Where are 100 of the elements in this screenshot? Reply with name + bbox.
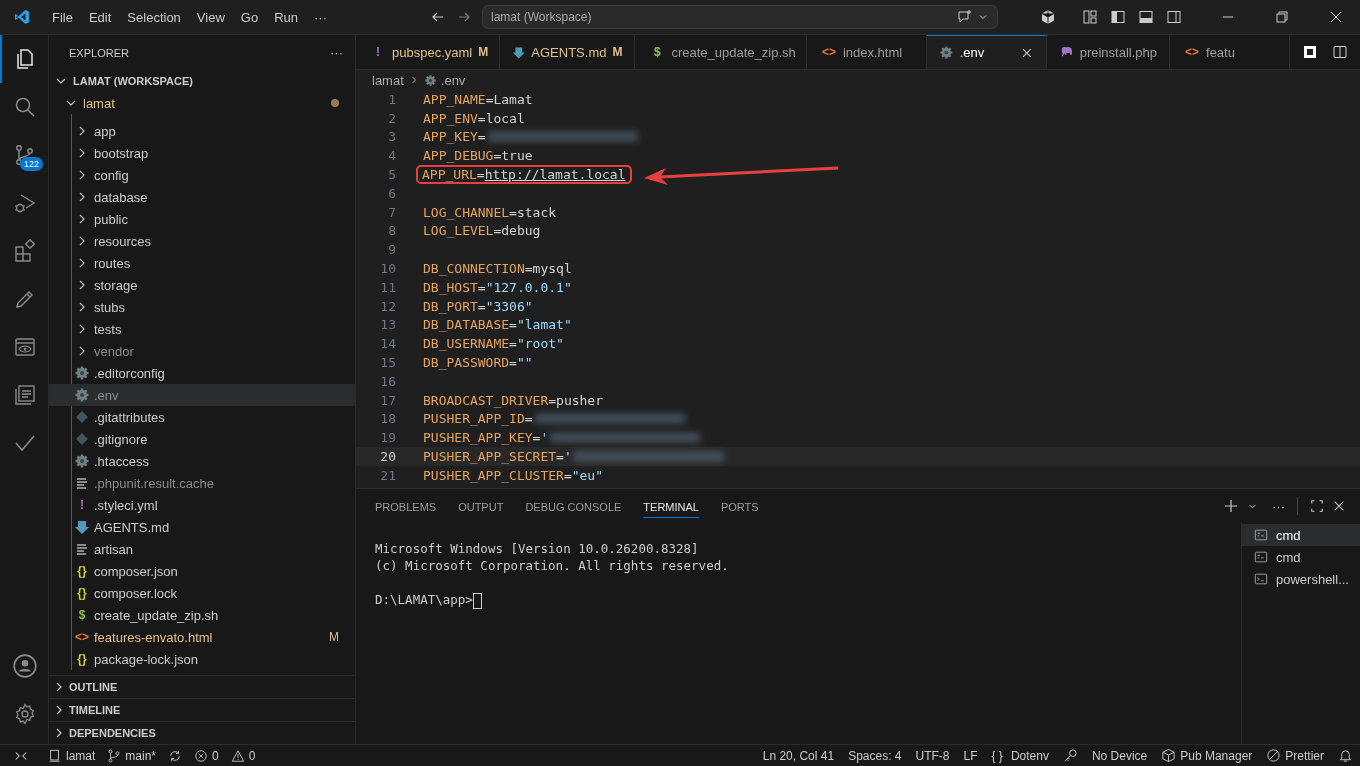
editor-tab[interactable]: .env	[926, 35, 1047, 69]
gear-icon	[74, 387, 90, 403]
tree-item[interactable]: .editorconfig	[72, 362, 355, 384]
breadcrumb-item[interactable]: lamat	[372, 72, 404, 88]
code-line: PUSHER_APP_KEY='	[423, 430, 549, 446]
restore-icon[interactable]	[1274, 9, 1290, 25]
editor-tab[interactable]: <> index.html	[806, 35, 927, 69]
plus-icon[interactable]	[1223, 498, 1239, 514]
maximize-icon[interactable]	[1310, 499, 1324, 513]
menu-item[interactable]: ···	[306, 9, 335, 25]
status-item[interactable]: Spaces: 4	[841, 748, 909, 763]
tree-item[interactable]: vendor	[72, 340, 355, 362]
split-editor-icon[interactable]	[1332, 44, 1348, 60]
editor-tab[interactable]: ! pubspec.yaml M	[356, 35, 500, 69]
error-icon	[194, 748, 209, 763]
panel-tab[interactable]: DEBUG CONSOLE	[525, 494, 622, 518]
line-number: 11	[379, 279, 396, 295]
line-number: 6	[387, 185, 396, 201]
line-number: 10	[379, 261, 396, 277]
status-item[interactable]: main*	[101, 748, 163, 763]
tree-item[interactable]: public	[72, 208, 355, 230]
panel-tab[interactable]: PORTS	[720, 494, 759, 518]
workspace-header[interactable]: LAMAT (WORKSPACE)	[49, 70, 355, 92]
section-header[interactable]: OUTLINE	[49, 675, 355, 698]
tree-item[interactable]: config	[72, 164, 355, 186]
status-item[interactable]: No Device	[1084, 748, 1155, 763]
prohibited-icon	[1266, 748, 1282, 763]
code-line: APP_NAME=Lamat	[423, 91, 533, 107]
status-item[interactable]: UTF-8	[908, 748, 957, 763]
tree-item[interactable]: $ create_update_zip.sh	[72, 604, 355, 626]
status-item[interactable]: lamat	[42, 748, 102, 763]
terminal-list-item[interactable]: cmd	[1242, 524, 1360, 546]
menu-item[interactable]: Go	[232, 9, 267, 25]
tree-item[interactable]: artisan	[72, 538, 355, 560]
tree-item[interactable]: {} composer.json	[72, 560, 355, 582]
menu-item[interactable]: Run	[266, 9, 306, 25]
chat-icon[interactable]	[957, 9, 973, 25]
close-icon[interactable]	[1332, 499, 1346, 513]
panel-toggle-icon[interactable]	[1138, 9, 1154, 25]
modified-dot	[331, 99, 339, 107]
tree-item[interactable]: .env	[49, 384, 355, 406]
menu-item[interactable]: Edit	[80, 9, 120, 25]
secondary-sidebar-icon[interactable]	[1166, 9, 1182, 25]
tree-item[interactable]: ! .styleci.yml	[72, 494, 355, 516]
count-badge: 122	[20, 157, 44, 171]
status-item[interactable]: LF	[956, 748, 985, 763]
panel-tab[interactable]: PROBLEMS	[375, 494, 437, 518]
status-item[interactable]: 0	[224, 748, 262, 763]
menu-item[interactable]: File	[44, 9, 81, 25]
tree-item[interactable]: routes	[72, 252, 355, 274]
terminal-list-item[interactable]: cmd	[1242, 546, 1360, 568]
editor-tab[interactable]: AGENTS.md M	[499, 35, 636, 69]
panel-tab[interactable]: TERMINAL	[643, 494, 699, 518]
tree-item[interactable]: bootstrap	[72, 142, 355, 164]
line-number: 21	[379, 467, 396, 483]
panel-tab[interactable]: OUTPUT	[458, 494, 504, 518]
breadcrumb-item[interactable]: .env	[440, 72, 466, 88]
tree-item[interactable]: tests	[72, 318, 355, 340]
status-item[interactable]: Pub Manager	[1154, 748, 1260, 763]
vscode-logo-icon	[14, 9, 30, 25]
code-line: DB_HOST="127.0.0.1"	[423, 279, 572, 295]
tree-item[interactable]: stubs	[72, 296, 355, 318]
line-number: 13	[379, 317, 396, 333]
tree-item[interactable]: {} package-lock.json	[72, 648, 355, 670]
status-item[interactable]: Prettier	[1259, 748, 1331, 763]
sidebar-toggle-icon[interactable]	[1110, 9, 1126, 25]
lines-icon	[74, 541, 90, 557]
section-header[interactable]: TIMELINE	[49, 698, 355, 721]
tree-item[interactable]: AGENTS.md	[72, 516, 355, 538]
tree-item[interactable]: <> features-envato.html M	[72, 626, 355, 648]
command-center[interactable]: lamat (Workspace)	[482, 5, 998, 29]
editor-tab[interactable]: $ create_update_zip.sh	[635, 35, 807, 69]
file-type-icon: {}	[74, 586, 90, 600]
tree-item[interactable]: app	[72, 120, 355, 142]
activity-bar-item[interactable]: 122	[0, 131, 48, 179]
tree-item[interactable]: storage	[72, 274, 355, 296]
tree-item[interactable]: .htaccess	[72, 450, 355, 472]
layout-icon[interactable]	[1082, 9, 1098, 25]
status-item[interactable]: { } Dotenv	[984, 748, 1056, 763]
tree-item[interactable]: .phpunit.result.cache	[72, 472, 355, 494]
code-line: APP_URL=http://lamat.local	[416, 165, 632, 185]
tree-item[interactable]: {} composer.lock	[72, 582, 355, 604]
terminal-list-item[interactable]: powershell...	[1242, 568, 1360, 590]
menu-item[interactable]: Selection	[119, 9, 189, 25]
more-actions-button[interactable]: ···	[1272, 498, 1285, 514]
tree-item[interactable]: database	[72, 186, 355, 208]
line-number: 14	[379, 336, 396, 352]
sync-icon	[168, 748, 183, 763]
tree-item[interactable]: resources	[72, 230, 355, 252]
tree-item[interactable]: .gitattributes	[72, 406, 355, 428]
status-item[interactable]: 0	[188, 748, 225, 763]
tree-item[interactable]: .gitignore	[72, 428, 355, 450]
more-actions-button[interactable]: ···	[330, 45, 343, 60]
close-icon[interactable]	[1328, 9, 1344, 25]
file-type-icon: <>	[1184, 45, 1200, 59]
status-item[interactable]: Ln 20, Col 41	[755, 748, 842, 763]
line-number: 17	[379, 392, 396, 408]
folder-row[interactable]: lamat	[49, 92, 355, 114]
editor-tab[interactable]: preinstall.php	[1046, 35, 1170, 69]
menu-item[interactable]: View	[188, 9, 233, 25]
